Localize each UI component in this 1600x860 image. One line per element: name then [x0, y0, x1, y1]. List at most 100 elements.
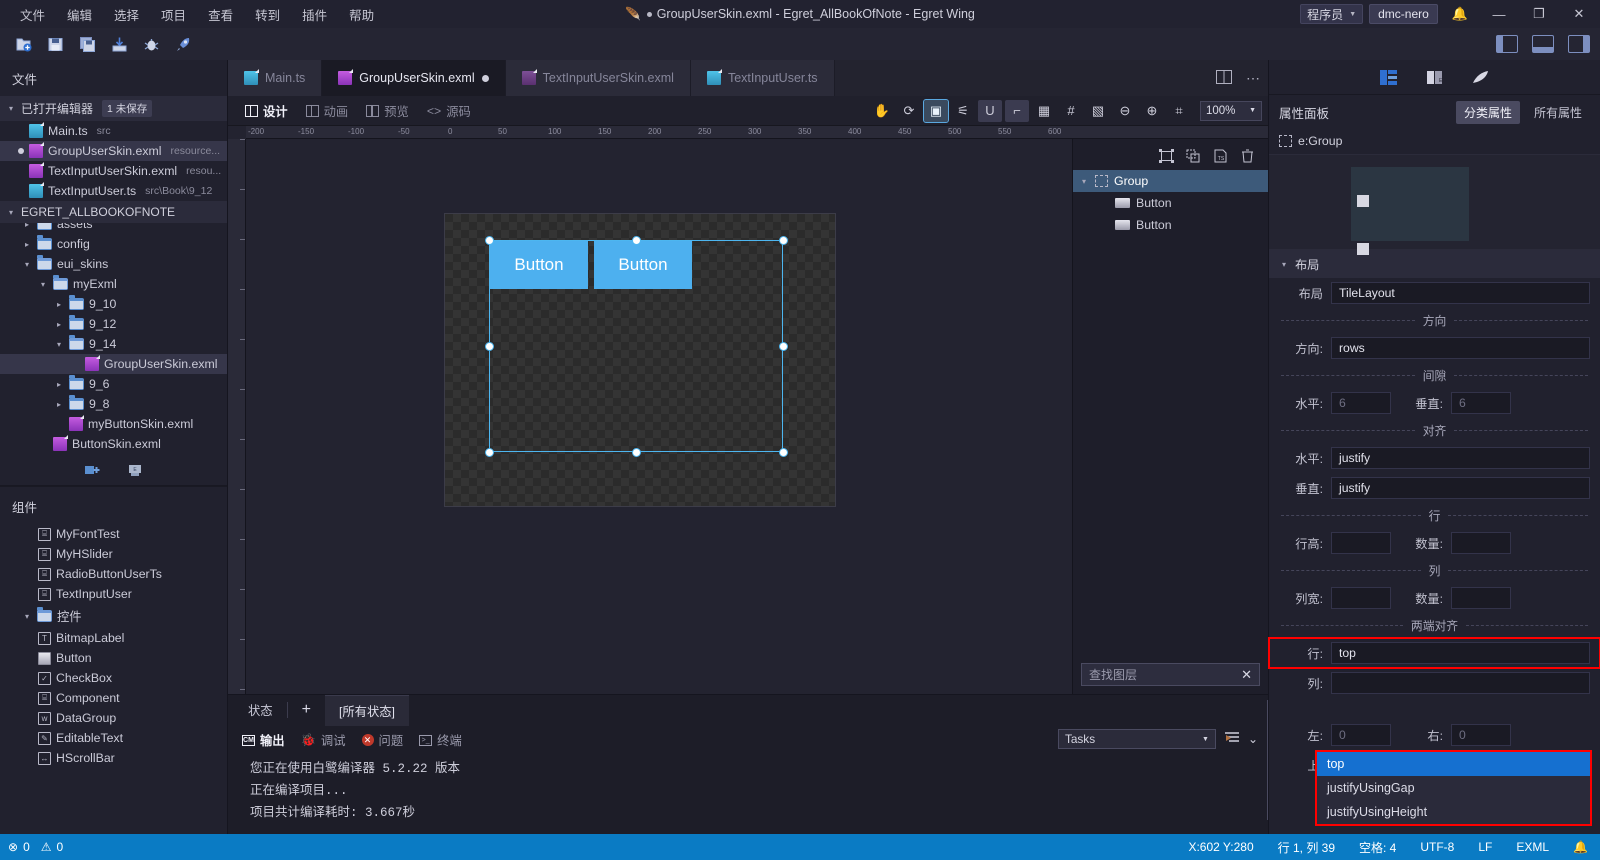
component-item-7[interactable]: ✓ CheckBox	[0, 668, 227, 688]
align-tool[interactable]: ⌐	[1005, 99, 1029, 122]
chevron-down-icon[interactable]: ⌄	[1248, 732, 1258, 746]
status-language[interactable]: EXML	[1504, 840, 1561, 854]
project-item-8[interactable]: ▸ 9_6	[0, 374, 227, 394]
feather-icon[interactable]	[1471, 68, 1491, 86]
direction-field[interactable]: rows	[1331, 337, 1590, 359]
padding-right-field[interactable]: 0	[1451, 724, 1511, 746]
component-item-3[interactable]: ⌸ TextInputUser	[0, 584, 227, 604]
properties-icon[interactable]	[1379, 68, 1399, 86]
generate-ts-icon[interactable]: TS	[1211, 147, 1229, 164]
design-mode-animation-icon[interactable]: 动画	[297, 99, 358, 123]
menu-item-2[interactable]: 选择	[104, 1, 149, 28]
project-item-7[interactable]: GroupUserSkin.exml	[0, 354, 227, 374]
design-stage[interactable]: Button Button	[246, 139, 1072, 694]
maximize-button[interactable]: ❐	[1522, 0, 1556, 28]
layer-search-input[interactable]: 查找图层 ✕	[1081, 663, 1260, 686]
status-problems[interactable]: ⊗ 0 ⚠ 0	[0, 840, 63, 854]
component-item-4[interactable]: ▾ 控件	[0, 604, 227, 628]
tab-category-properties[interactable]: 分类属性	[1455, 101, 1520, 124]
group-selection-outline[interactable]: Button Button	[485, 236, 788, 457]
tasks-select[interactable]: Tasks ▼	[1057, 729, 1216, 749]
menu-item-5[interactable]: 转到	[245, 1, 290, 28]
open-editors-header[interactable]: ▾ 已打开编辑器 1 未保存	[0, 96, 227, 121]
toggle-left-panel-icon[interactable]	[1494, 32, 1520, 56]
project-item-9[interactable]: ▸ 9_8	[0, 394, 227, 414]
open-editor-item-1[interactable]: GroupUserSkin.exml resource...	[0, 141, 227, 161]
close-button[interactable]: ✕	[1562, 0, 1596, 28]
toggle-bottom-panel-icon[interactable]	[1530, 32, 1556, 56]
component-item-6[interactable]: Button	[0, 648, 227, 668]
menu-item-4[interactable]: 查看	[198, 1, 243, 28]
status-notification-icon[interactable]: 🔔	[1561, 840, 1600, 854]
resize-handle-mr[interactable]	[779, 342, 788, 351]
layer-item-0[interactable]: ▾ Group	[1073, 170, 1268, 192]
design-mode-preview-icon[interactable]: 预览	[357, 99, 418, 123]
menu-item-0[interactable]: 文件	[10, 1, 55, 28]
zoom-in-tool[interactable]: ⊕	[1140, 100, 1164, 122]
col-count-field[interactable]	[1451, 587, 1511, 609]
export-icon[interactable]: E	[125, 461, 145, 479]
project-item-0[interactable]: ▸ assets	[0, 223, 227, 234]
open-editor-item-2[interactable]: TextInputUserSkin.exml resou...	[0, 161, 227, 181]
book-icon[interactable]: E	[1425, 68, 1445, 86]
magnet-tool[interactable]: U	[978, 99, 1002, 122]
menu-item-1[interactable]: 编辑	[57, 1, 102, 28]
run-icon[interactable]	[170, 32, 196, 56]
save-all-icon[interactable]	[74, 32, 100, 56]
project-item-3[interactable]: ▾ myExml	[0, 274, 227, 294]
refresh-tool[interactable]: ⟳	[897, 100, 921, 122]
console-tab-problem-icon[interactable]: ✕ 问题	[361, 731, 403, 749]
resize-handle-bc[interactable]	[632, 448, 641, 457]
project-item-11[interactable]: ButtonSkin.exml	[0, 434, 227, 454]
save-icon[interactable]	[42, 32, 68, 56]
toggle-right-panel-icon[interactable]	[1566, 32, 1592, 56]
filter-icon[interactable]	[1224, 731, 1240, 748]
justify-row-dropdown[interactable]: top justifyUsingGap justifyUsingHeight	[1315, 750, 1592, 826]
zoom-level-field[interactable]: 100% ▼	[1200, 100, 1262, 121]
layers-tool[interactable]: ⚟	[951, 100, 975, 122]
project-root-header[interactable]: ▾ EGRET_ALLBOOKOFNOTE	[0, 201, 227, 223]
component-item-0[interactable]: ⌸ MyFontTest	[0, 524, 227, 544]
layer-item-1[interactable]: Button	[1073, 192, 1268, 214]
project-item-10[interactable]: myButtonSkin.exml	[0, 414, 227, 434]
menu-item-3[interactable]: 项目	[151, 1, 196, 28]
split-editor-icon[interactable]	[1216, 69, 1232, 87]
dropdown-option-0[interactable]: top	[1317, 752, 1590, 776]
design-mode-design-icon[interactable]: 设计	[236, 99, 297, 123]
minimize-button[interactable]: —	[1482, 0, 1516, 28]
add-state-button[interactable]: +	[292, 701, 321, 719]
gap-horizontal-field[interactable]: 6	[1331, 392, 1391, 414]
resize-handle-ml[interactable]	[485, 342, 494, 351]
resize-handle-br[interactable]	[779, 448, 788, 457]
resize-handle-tr[interactable]	[779, 236, 788, 245]
mask-tool[interactable]: ▧	[1086, 100, 1110, 122]
row-count-field[interactable]	[1451, 532, 1511, 554]
status-eol[interactable]: LF	[1466, 840, 1504, 854]
gap-vertical-field[interactable]: 6	[1451, 392, 1511, 414]
project-item-5[interactable]: ▸ 9_12	[0, 314, 227, 334]
component-item-2[interactable]: ⌸ RadioButtonUserTs	[0, 564, 227, 584]
justify-row-field[interactable]: top	[1331, 642, 1590, 664]
menu-item-7[interactable]: 帮助	[339, 1, 384, 28]
component-item-1[interactable]: ⌸ MyHSlider	[0, 544, 227, 564]
project-item-1[interactable]: ▸ config	[0, 234, 227, 254]
add-component-icon[interactable]	[83, 461, 103, 479]
row-height-field[interactable]	[1331, 532, 1391, 554]
status-line-col[interactable]: 行 1, 列 39	[1266, 839, 1347, 856]
editor-tab-1[interactable]: GroupUserSkin.exml	[322, 60, 506, 96]
design-mode-code-icon[interactable]: <> 源码	[418, 99, 480, 123]
debug-icon[interactable]	[138, 32, 164, 56]
close-icon[interactable]: ✕	[1241, 667, 1252, 683]
artboard[interactable]: Button Button	[444, 213, 836, 507]
component-item-8[interactable]: ⌸ Component	[0, 688, 227, 708]
component-item-5[interactable]: T BitmapLabel	[0, 628, 227, 648]
resize-handle-tc[interactable]	[632, 236, 641, 245]
status-indent[interactable]: 空格: 4	[1347, 839, 1408, 856]
editor-tab-2[interactable]: TextInputUserSkin.exml	[505, 60, 691, 96]
component-item-10[interactable]: ✎ EditableText	[0, 728, 227, 748]
role-selector[interactable]: 程序员 ▼	[1300, 4, 1364, 24]
padding-left-field[interactable]: 0	[1331, 724, 1391, 746]
console-tab-output-icon[interactable]: CM 输出	[242, 731, 285, 749]
all-states-tab[interactable]: [所有状态]	[324, 694, 409, 726]
user-chip[interactable]: dmc-nero	[1369, 4, 1438, 24]
